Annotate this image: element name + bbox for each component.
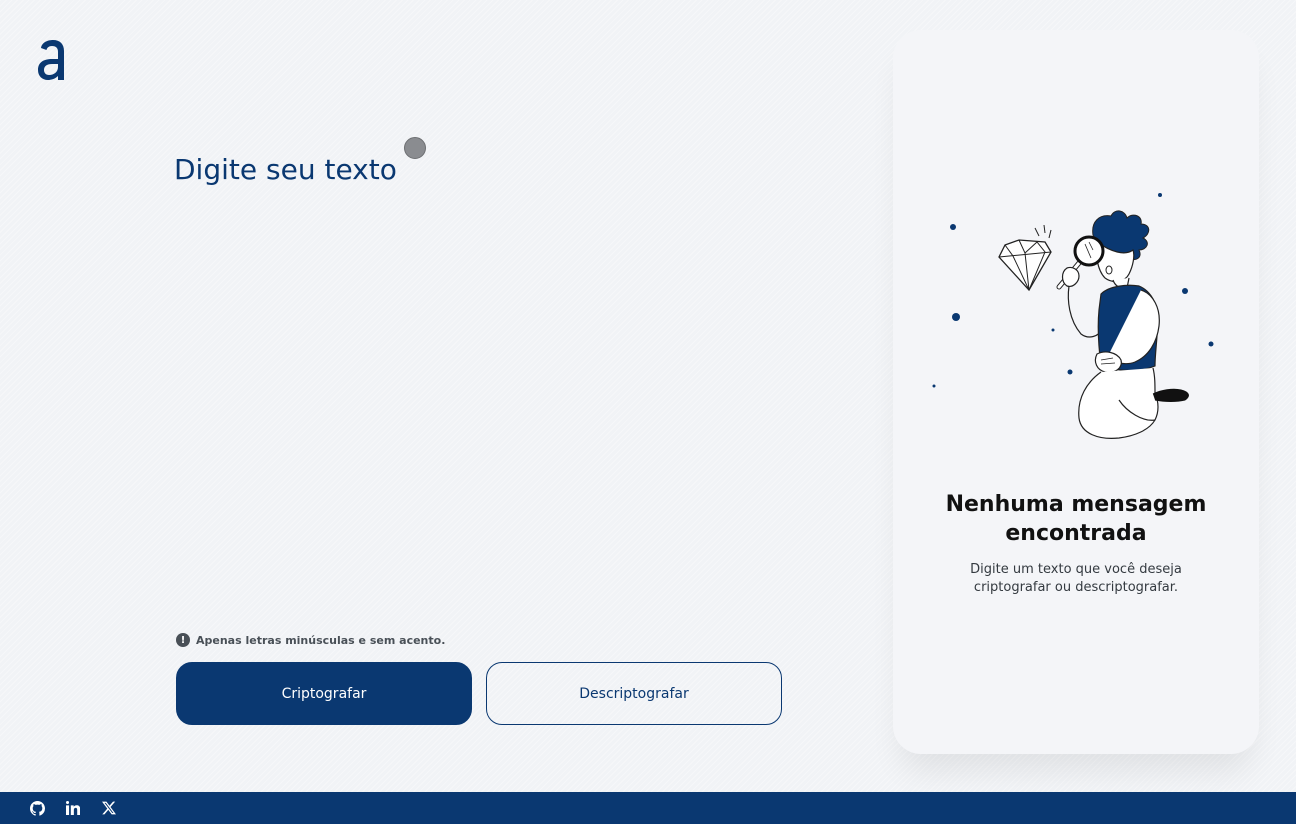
exclamation-circle-icon: ! — [176, 633, 190, 647]
x-twitter-link[interactable] — [100, 799, 118, 817]
linkedin-link[interactable] — [64, 799, 82, 817]
person-with-magnifier-illustration — [932, 193, 1214, 439]
result-subtitle: Digite um texto que você deseja criptogr… — [970, 562, 1182, 595]
alura-logo-icon[interactable] — [36, 38, 68, 82]
footer — [0, 792, 1296, 824]
github-link[interactable] — [28, 799, 46, 817]
x-twitter-icon — [102, 801, 116, 815]
input-hint: ! Apenas letras minúsculas e sem acento. — [176, 633, 445, 647]
decrypt-button[interactable]: Descriptografar — [486, 662, 782, 725]
github-icon — [29, 800, 45, 816]
message-input[interactable] — [174, 150, 784, 610]
result-panel: Nenhuma mensagem encontrada Digite um te… — [893, 30, 1259, 754]
linkedin-icon — [66, 801, 80, 815]
encrypt-button[interactable]: Criptografar — [176, 662, 472, 725]
hint-text: Apenas letras minúsculas e sem acento. — [196, 633, 446, 647]
result-title: Nenhuma mensagem encontrada — [945, 492, 1207, 546]
page: ! Apenas letras minúsculas e sem acento.… — [0, 0, 1296, 824]
